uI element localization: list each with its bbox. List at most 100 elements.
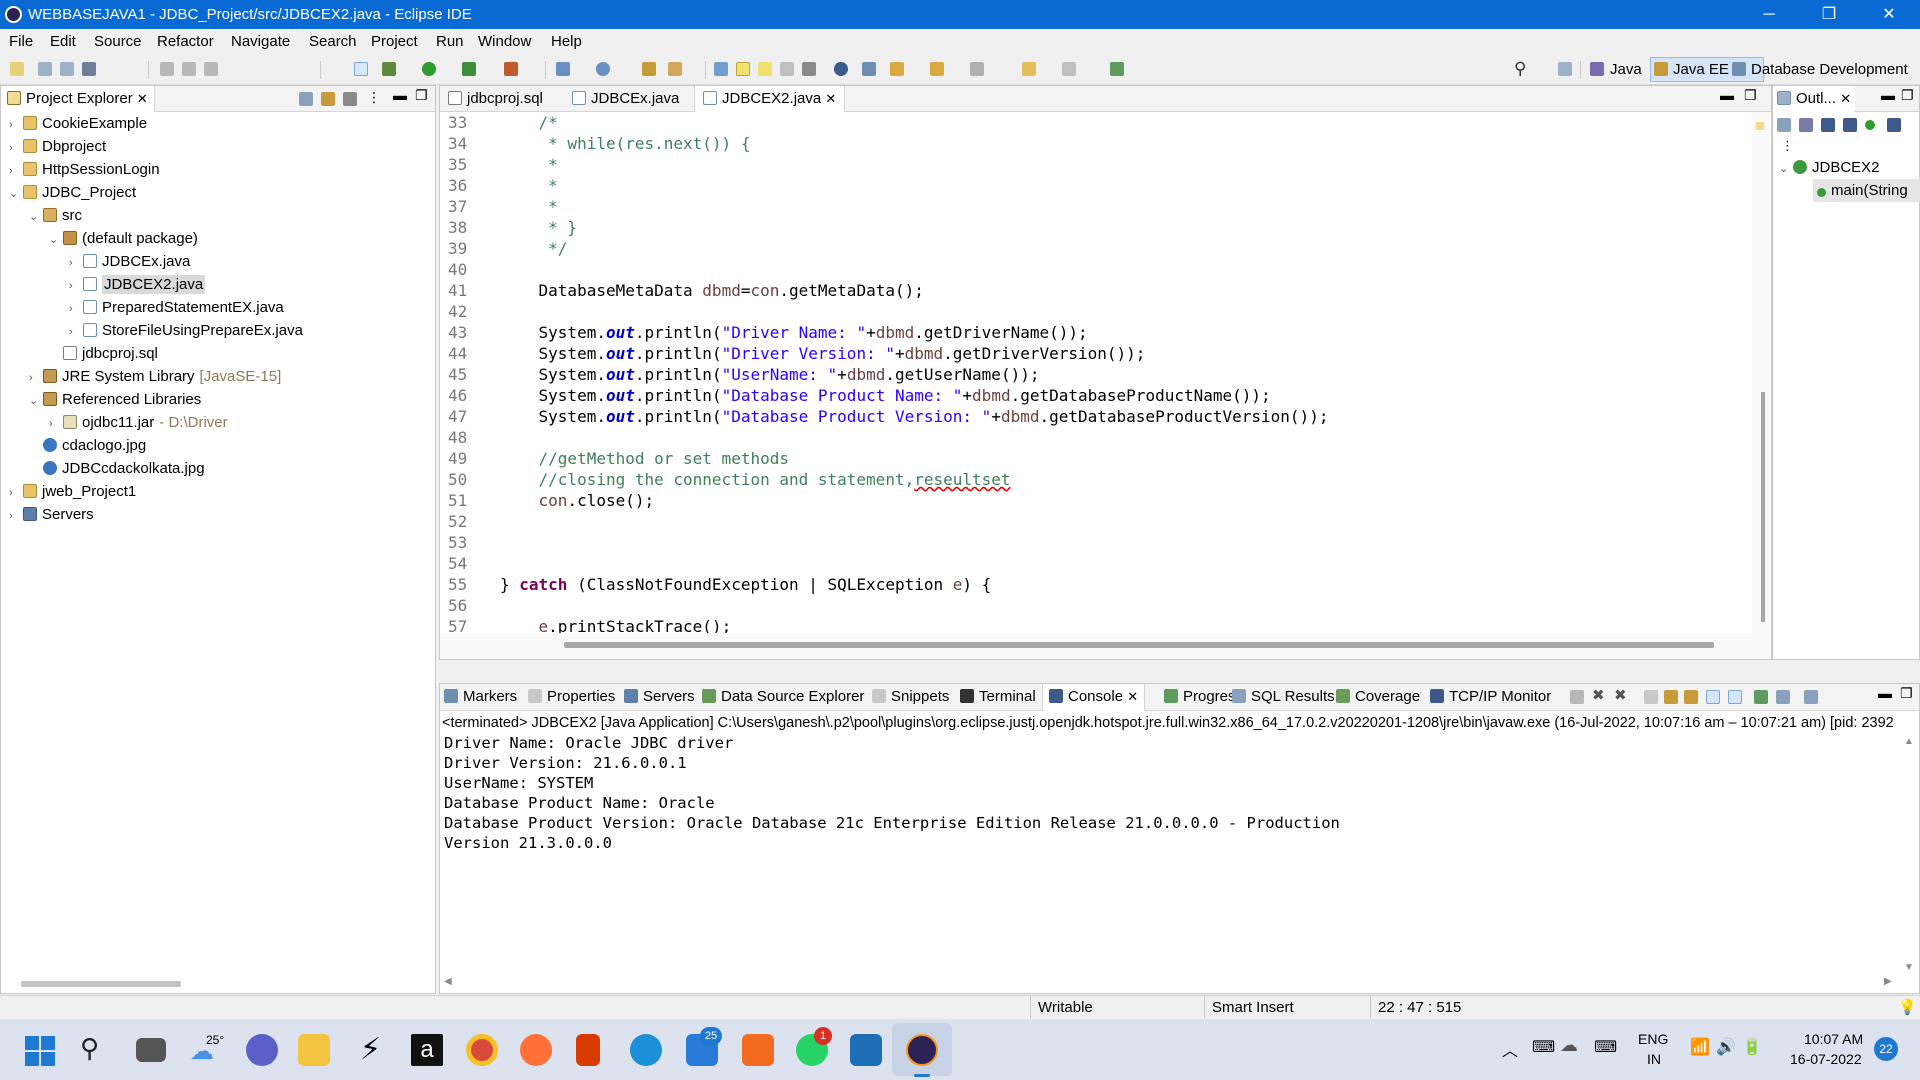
outline-item-method[interactable]: main(String — [1813, 179, 1920, 202]
minimize-button[interactable]: ─ — [1746, 0, 1792, 29]
word-wrap-icon[interactable] — [758, 62, 772, 76]
chevron-right-icon[interactable]: › — [69, 275, 83, 298]
open-console-icon[interactable] — [1804, 690, 1818, 704]
open-perspective-button-icon[interactable] — [1558, 62, 1572, 76]
link-with-editor-icon[interactable] — [321, 92, 335, 106]
console-output[interactable]: Driver Name: Oracle JDBC driver Driver Ve… — [440, 733, 1900, 953]
menu-search[interactable]: Search — [309, 33, 357, 50]
remove-launch-icon[interactable]: ✖ — [1592, 686, 1605, 704]
chevron-right-icon[interactable]: › — [9, 482, 23, 505]
tab-jdbcex2-java[interactable]: JDBCEX2.java ✕ — [694, 86, 846, 112]
teams-chat-icon[interactable] — [246, 1034, 278, 1066]
annotation-icon[interactable] — [714, 62, 728, 76]
maximize-button[interactable]: ❐ — [1806, 0, 1852, 29]
hide-static-icon[interactable] — [1843, 118, 1857, 132]
menu-edit[interactable]: Edit — [50, 33, 76, 50]
save-icon[interactable] — [38, 62, 52, 76]
wifi-icon[interactable]: 📶 — [1690, 1037, 1710, 1057]
menu-project[interactable]: Project — [371, 33, 418, 50]
tab-console[interactable]: Console ✕ — [1042, 684, 1146, 711]
chevron-down-icon[interactable]: ⌄ — [29, 390, 43, 413]
new-icon[interactable] — [10, 62, 24, 76]
start-button[interactable] — [25, 1036, 55, 1066]
eclipse-taskbar-icon[interactable] — [906, 1034, 938, 1066]
scroll-lock-icon[interactable] — [1664, 690, 1678, 704]
tree-item[interactable]: › CookieExample — [9, 112, 147, 135]
chevron-right-icon[interactable]: › — [9, 505, 23, 528]
tab-project-explorer[interactable]: Project Explorer ✕ — [1, 86, 155, 112]
tab-data-source-explorer[interactable]: Data Source Explorer — [702, 688, 864, 705]
view-menu-icon[interactable]: ⋮ — [1781, 138, 1794, 154]
menu-file[interactable]: File — [9, 33, 33, 50]
volume-icon[interactable]: 🔊 — [1716, 1037, 1736, 1057]
close-icon[interactable]: ✕ — [825, 91, 836, 106]
clock-time[interactable]: 10:07 AM — [1804, 1031, 1863, 1047]
chevron-up-icon[interactable]: ︿ — [1502, 1037, 1518, 1061]
firefox-icon[interactable] — [520, 1034, 552, 1066]
minimize-view-icon[interactable]: ▬ — [1881, 87, 1895, 103]
keyboard-icon[interactable]: ⌨ — [1594, 1037, 1617, 1057]
open-perspective-icon[interactable] — [862, 62, 876, 76]
tree-item[interactable]: › HttpSessionLogin — [9, 158, 160, 181]
close-icon[interactable]: ✕ — [1127, 689, 1138, 704]
tab-jdbcex-java[interactable]: JDBCEx.java — [572, 90, 679, 107]
new-class-icon[interactable] — [596, 62, 610, 76]
tree-item[interactable]: › JDBCEX2.java — [69, 273, 206, 298]
tree-item[interactable]: ⌄ src — [29, 204, 82, 227]
new-java-project-icon[interactable] — [556, 62, 570, 76]
chevron-down-icon[interactable]: ⌄ — [9, 183, 23, 206]
tree-item[interactable]: jdbcproj.sql — [49, 342, 158, 365]
scroll-up-icon[interactable]: ▲ — [1904, 736, 1914, 747]
close-icon[interactable]: ✕ — [137, 91, 148, 106]
word-wrap-console-icon[interactable] — [1684, 690, 1698, 704]
task-view-icon[interactable] — [136, 1038, 166, 1062]
search-icon[interactable]: ⚲ — [80, 1033, 99, 1064]
menu-help[interactable]: Help — [551, 33, 582, 50]
chevron-down-icon[interactable]: ⌄ — [29, 206, 43, 229]
maximize-view-icon[interactable]: ❐ — [1900, 685, 1913, 702]
minimize-view-icon[interactable]: ▬ — [1878, 685, 1892, 701]
display-console-icon[interactable] — [1776, 690, 1790, 704]
chevron-right-icon[interactable]: › — [49, 413, 63, 436]
chevron-right-icon[interactable]: › — [9, 114, 23, 137]
collapse-all-icon[interactable] — [1777, 118, 1791, 132]
office-icon[interactable] — [576, 1034, 600, 1066]
search-tool-icon[interactable] — [668, 62, 682, 76]
tree-item[interactable]: › jweb_Project1 — [9, 480, 136, 503]
menu-run[interactable]: Run — [436, 33, 464, 50]
scrollbar-thumb[interactable] — [564, 642, 1714, 648]
code-area[interactable]: 33 /* 34 * while(res.next()) {35 * 36 * 37 … — [440, 112, 1740, 633]
forward-icon[interactable] — [1062, 62, 1076, 76]
perspective-java-ee[interactable]: Java EE — [1673, 61, 1729, 78]
chevron-down-icon[interactable]: ⌄ — [49, 229, 63, 252]
show-stderr-icon[interactable] — [1728, 690, 1742, 704]
notification-area-icon[interactable]: ⌨ — [1532, 1037, 1555, 1057]
notification-badge[interactable]: 22 — [1874, 1037, 1898, 1061]
tree-item[interactable]: JDBCcdackolkata.jpg — [29, 457, 205, 480]
tab-markers[interactable]: Markers — [444, 688, 517, 705]
hide-local-types-icon[interactable] — [1887, 118, 1901, 132]
chrome-icon[interactable] — [466, 1034, 498, 1066]
hide-fields-icon[interactable] — [1821, 118, 1835, 132]
chevron-right-icon[interactable]: › — [9, 137, 23, 160]
menu-window[interactable]: Window — [478, 33, 531, 50]
view-menu-icon[interactable]: ⋮ — [367, 89, 381, 106]
language-indicator[interactable]: ENG — [1638, 1031, 1668, 1047]
menu-refactor[interactable]: Refactor — [157, 33, 214, 50]
menu-source[interactable]: Source — [94, 33, 142, 50]
console-vertical-scrollbar[interactable]: ▲ ▼ — [1902, 736, 1918, 976]
tree-item[interactable]: › JRE System Library [JavaSE-15] — [29, 365, 281, 388]
horizontal-scrollbar[interactable] — [440, 633, 1770, 659]
edge-icon[interactable] — [630, 1034, 662, 1066]
tab-coverage[interactable]: Coverage — [1336, 688, 1420, 705]
close-icon[interactable]: ✕ — [1840, 91, 1851, 106]
media-player-icon[interactable] — [850, 1034, 882, 1066]
tree-item[interactable]: › Servers — [9, 503, 94, 526]
tab-jdbcproj-sql[interactable]: jdbcproj.sql — [448, 90, 543, 107]
print-icon[interactable] — [82, 62, 96, 76]
maximize-view-icon[interactable]: ❐ — [1901, 87, 1914, 104]
back-icon[interactable] — [1022, 62, 1036, 76]
collapse-all-icon[interactable] — [299, 92, 313, 106]
next-annotation-icon[interactable] — [890, 62, 904, 76]
suspend-icon[interactable] — [182, 62, 196, 76]
